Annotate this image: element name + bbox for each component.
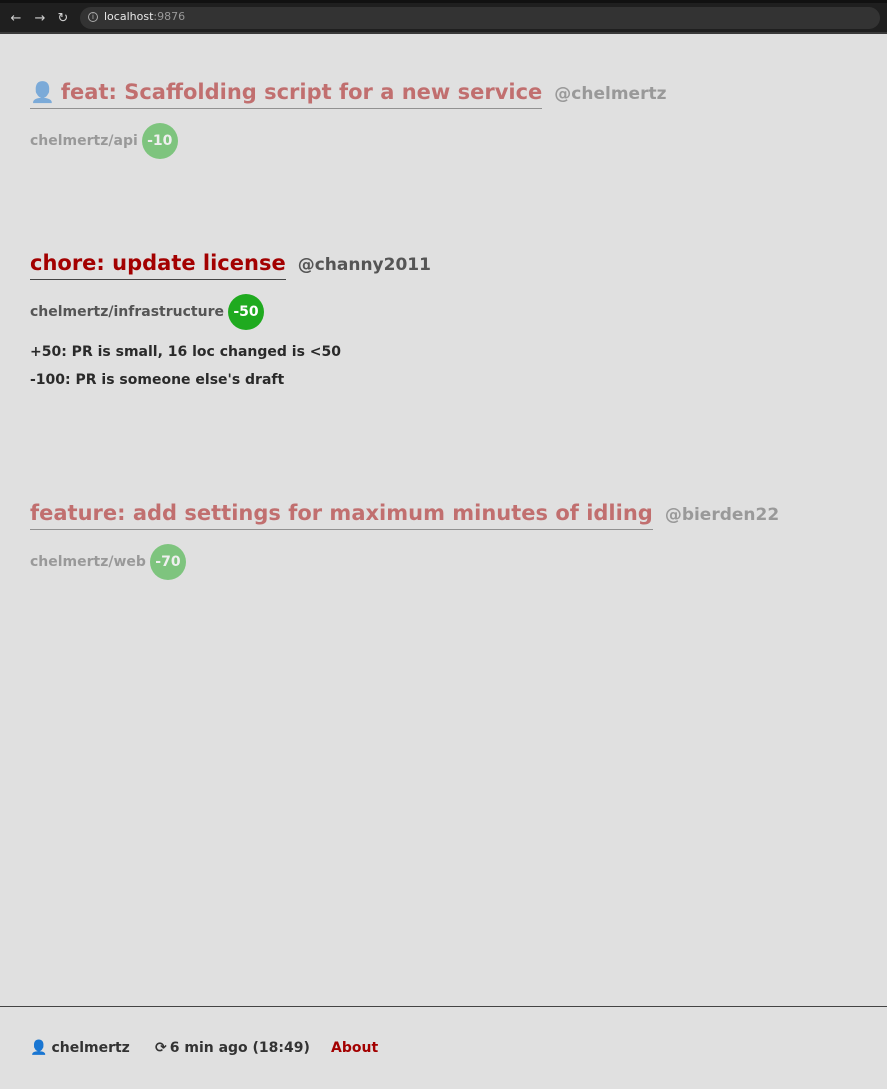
pr-repo: chelmertz/infrastructure: [30, 304, 224, 320]
pr-author: @bierden22: [664, 505, 780, 525]
pr-title-link[interactable]: feature: add settings for maximum minute…: [30, 501, 653, 530]
browser-toolbar: ← → ↻ i localhost:9876: [0, 0, 887, 34]
footer-refresh-time: 6 min ago (18:49): [169, 1040, 310, 1056]
pr-author: @channy2011: [297, 255, 431, 275]
about-link[interactable]: About: [331, 1040, 378, 1056]
pr-repo-row: chelmertz/web -70: [30, 544, 779, 580]
pr-repo-row: chelmertz/api -10: [30, 123, 666, 159]
score-badge: -50: [227, 294, 264, 330]
pr-repo: chelmertz/api: [30, 133, 138, 149]
user-icon: 👤: [30, 80, 55, 104]
reload-icon[interactable]: ↻: [53, 9, 73, 29]
sync-icon: ⟳: [155, 1040, 167, 1056]
arrow-right-icon[interactable]: →: [30, 9, 50, 29]
pr-repo-row: chelmertz/infrastructure -50: [30, 294, 431, 330]
footer-user: 👤 chelmertz: [30, 1040, 130, 1056]
user-icon: 👤: [30, 1040, 48, 1056]
pr-title-link[interactable]: 👤 feat: Scaffolding script for a new serv…: [30, 80, 543, 109]
pr-header: 👤 feat: Scaffolding script for a new serv…: [30, 80, 666, 109]
pr-header: feature: add settings for maximum minute…: [30, 501, 779, 530]
pr-title-link[interactable]: chore: update license: [30, 251, 286, 280]
score-reasons: +50: PR is small, 16 loc changed is <50 …: [30, 344, 431, 388]
info-icon[interactable]: i: [88, 12, 98, 22]
footer: 👤 chelmertz ⟳ 6 min ago (18:49) About: [0, 1006, 887, 1089]
pr-header: chore: update license @channy2011: [30, 251, 431, 280]
pr-repo: chelmertz/web: [30, 554, 146, 570]
pr-item: 👤 feat: Scaffolding script for a new serv…: [30, 80, 666, 159]
score-badge: -70: [149, 544, 186, 580]
arrow-left-icon[interactable]: ←: [6, 9, 26, 29]
address-bar[interactable]: i localhost:9876: [80, 7, 880, 29]
score-badge: -10: [141, 123, 178, 159]
pr-title: feat: Scaffolding script for a new servi…: [60, 80, 543, 104]
pr-author: @chelmertz: [554, 84, 667, 104]
score-reason: -100: PR is someone else's draft: [30, 372, 285, 388]
score-reason: +50: PR is small, 16 loc changed is <50: [30, 344, 342, 360]
url-port: :9876: [153, 10, 186, 23]
pr-item: feature: add settings for maximum minute…: [30, 501, 779, 580]
footer-refresh[interactable]: ⟳ 6 min ago (18:49): [155, 1040, 310, 1056]
pr-item: chore: update license @channy2011 chelme…: [30, 251, 431, 400]
url-text: localhost:9876: [104, 10, 185, 23]
url-host: localhost: [104, 10, 154, 23]
footer-username: chelmertz: [51, 1040, 130, 1056]
